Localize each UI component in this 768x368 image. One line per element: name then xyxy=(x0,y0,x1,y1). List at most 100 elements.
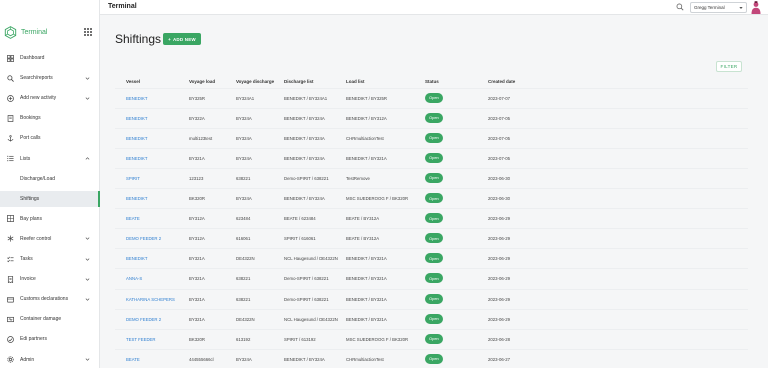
column-header-load-list[interactable]: Load list xyxy=(346,79,365,84)
apps-grid-icon[interactable] xyxy=(84,28,92,36)
table-row[interactable]: BENEDIKT BK320R BY324A BENEDIKT / BY324A MSC… xyxy=(115,188,748,208)
sidebar-item-shiftings[interactable]: Shiftings xyxy=(0,190,100,207)
cell-vessel[interactable]: BENEDIKT xyxy=(126,116,148,121)
cell-discharge-list: Demo-SPIRIT / 638221 xyxy=(284,296,329,302)
avatar[interactable] xyxy=(751,1,761,14)
table-row[interactable]: BEATE 444555666cl BY324A BENEDIKT / BY324A C… xyxy=(115,348,748,368)
cell-vessel[interactable]: DEMO FEEDER 2 xyxy=(126,236,161,241)
sidebar-item-tasks[interactable]: Tasks xyxy=(0,251,100,267)
sidebar-item-bookings[interactable]: Bookings xyxy=(0,110,100,126)
cell-voyage-load: BY321A xyxy=(189,316,205,322)
chevron-down-icon xyxy=(85,357,90,362)
table-row[interactable]: SPIRIT 123123 638221 Demo-SPIRIT / 638221 Te… xyxy=(115,167,748,188)
sidebar-item-edi-partners[interactable]: Edi partners xyxy=(0,331,100,347)
cell-vessel[interactable]: SPIRIT xyxy=(126,176,140,181)
grid-icon xyxy=(7,215,14,223)
cell-load-list: MSC SUEDEROOG F / BK320R xyxy=(346,196,409,201)
sidebar-item-lists[interactable]: Lists xyxy=(0,151,100,167)
table-row[interactable]: ANNA-S BY321A 638221 Demo-SPIRIT / 638221 BE… xyxy=(115,268,748,288)
cell-vessel[interactable]: KATHARINA SCHEPERS xyxy=(126,297,175,302)
chevron-down-icon xyxy=(85,257,90,262)
sidebar-item-admin[interactable]: Admin xyxy=(0,352,100,368)
account-select[interactable]: Gregg Terminal xyxy=(690,2,747,13)
cell-vessel[interactable]: BEATE xyxy=(126,216,140,221)
sidebar-item-bay-plans[interactable]: Bay plans xyxy=(0,211,100,227)
sidebar-item-customs-declarations[interactable]: Customs declarations xyxy=(0,291,100,307)
cell-created-date: 2023-06-30 xyxy=(488,196,510,201)
cell-vessel[interactable]: BENEDIKT xyxy=(126,136,148,141)
customs-icon xyxy=(7,296,14,303)
table-row[interactable]: TEST FEEDER BK320R 613192 SPIRIT / 613192 MS… xyxy=(115,328,748,349)
cell-voyage-load: BY321A xyxy=(189,155,205,161)
table-row[interactable]: BENEDIKT BY322A BY324A BENEDIKT / BY324A BEN… xyxy=(115,107,748,128)
cell-vessel[interactable]: ANNA-S xyxy=(126,276,142,281)
chevron-down-icon xyxy=(85,277,90,282)
cell-voyage-load: BY312A xyxy=(189,236,205,242)
column-header-voyage-discharge[interactable]: Voyage discharge xyxy=(236,79,274,84)
sidebar-item-label: Customs declarations xyxy=(20,296,69,303)
table-row[interactable]: BEATE BY312A 623484 BEATE / 623484 BEATE / B… xyxy=(115,208,748,228)
cell-vessel[interactable]: BEATE xyxy=(126,357,140,362)
cell-load-list: BENEDIKT / BY321A xyxy=(346,296,387,302)
table-row[interactable]: BENEDIKT BY321A BY324A BENEDIKT / BY324A BEN… xyxy=(115,147,748,168)
cell-load-list: BENEDIKT / BY321A xyxy=(346,256,387,262)
chevron-down-icon xyxy=(85,76,90,81)
sidebar-item-invoice[interactable]: Invoice xyxy=(0,271,100,287)
column-header-vessel[interactable]: Vessel xyxy=(126,79,140,84)
sidebar-item-discharge-load[interactable]: Discharge/Load xyxy=(0,171,100,187)
dashboard-icon xyxy=(7,54,14,62)
table-row[interactable]: BENEDIKT multi123test BY324A BENEDIKT / BY3… xyxy=(115,127,748,148)
table-row[interactable]: BENEDIKT BY325R BY324A1 BENEDIKT / BY324A1 B… xyxy=(115,87,748,108)
filter-button[interactable]: FILTER xyxy=(716,61,742,72)
cell-vessel[interactable]: BENEDIKT xyxy=(126,156,148,161)
cell-created-date: 2023-07-07 xyxy=(488,95,510,101)
book-icon xyxy=(7,114,14,122)
cell-vessel[interactable]: TEST FEEDER xyxy=(126,337,156,342)
brand[interactable]: Terminal xyxy=(4,26,47,39)
column-header-voyage-load[interactable]: Voyage load xyxy=(189,79,215,84)
column-header-status[interactable]: Status xyxy=(425,79,439,84)
sidebar-item-port-calls[interactable]: Port calls xyxy=(0,130,100,146)
status-badge: Open xyxy=(425,152,443,163)
sidebar-item-dashboard[interactable]: Dashboard xyxy=(0,50,100,66)
cell-created-date: 2023-06-29 xyxy=(488,236,510,242)
status-badge: Open xyxy=(425,213,443,224)
sidebar-item-search-reports[interactable]: Search/reports xyxy=(0,70,100,86)
table-row[interactable]: DEMO FEEDER 2 BY321A DE4322N NCL Haugesund … xyxy=(115,308,748,329)
sidebar-item-reefer-control[interactable]: Reefer control xyxy=(0,231,100,247)
status-badge: Open xyxy=(425,92,443,103)
cell-voyage-discharge: BY324A xyxy=(236,196,252,201)
cell-load-list: MSC SUEDEROOG F / BK320R xyxy=(346,336,409,342)
cell-discharge-list: Demo-SPIRIT / 638221 xyxy=(284,175,329,181)
partners-icon xyxy=(7,336,14,343)
column-header-discharge-list[interactable]: Discharge list xyxy=(284,79,314,84)
cell-vessel[interactable]: DEMO FEEDER 2 xyxy=(126,317,161,322)
column-header-created-date[interactable]: Created date xyxy=(488,79,515,84)
status-badge: Open xyxy=(425,193,443,203)
chevron-down-icon xyxy=(85,96,90,101)
table-row[interactable]: BENEDIKT BY321A DE4322N NCL Haugesund / DE4… xyxy=(115,248,748,268)
cell-vessel[interactable]: BENEDIKT xyxy=(126,96,148,101)
status-badge: Open xyxy=(425,293,443,304)
table-row[interactable]: KATHARINA SCHEPERS BY321A 638221 Demo-SPIRI… xyxy=(115,288,748,309)
search-icon[interactable] xyxy=(676,3,684,11)
cell-discharge-list: NCL Haugesund / DE4322N xyxy=(284,316,338,322)
terminal-logo-icon xyxy=(4,26,17,39)
cell-load-list: BENEDIKT / BY321A xyxy=(346,316,387,322)
sidebar-item-label: Add new activity xyxy=(20,95,57,102)
cell-voyage-load: BY321A xyxy=(189,296,205,302)
cell-created-date: 2023-06-30 xyxy=(488,175,510,181)
table-row[interactable]: DEMO FEEDER 2 BY312A 616061 SPIRIT / 616061… xyxy=(115,228,748,248)
cell-voyage-load: BY325R xyxy=(189,95,206,101)
add-new-label: ADD NEW xyxy=(172,36,196,42)
add-new-button[interactable]: + ADD NEW xyxy=(163,33,201,45)
status-badge: Open xyxy=(425,333,443,344)
cell-vessel[interactable]: BENEDIKT xyxy=(126,196,148,201)
cell-voyage-load: BY321A xyxy=(189,256,205,262)
sidebar-item-container-damage[interactable]: Container damage xyxy=(0,311,100,327)
cell-vessel[interactable]: BENEDIKT xyxy=(126,256,148,261)
cell-voyage-discharge: 613192 xyxy=(236,336,251,342)
chevron-up-icon xyxy=(85,156,90,161)
sidebar-item-add-new-activity[interactable]: Add new activity xyxy=(0,90,100,106)
cell-voyage-discharge: 638221 xyxy=(236,296,251,302)
